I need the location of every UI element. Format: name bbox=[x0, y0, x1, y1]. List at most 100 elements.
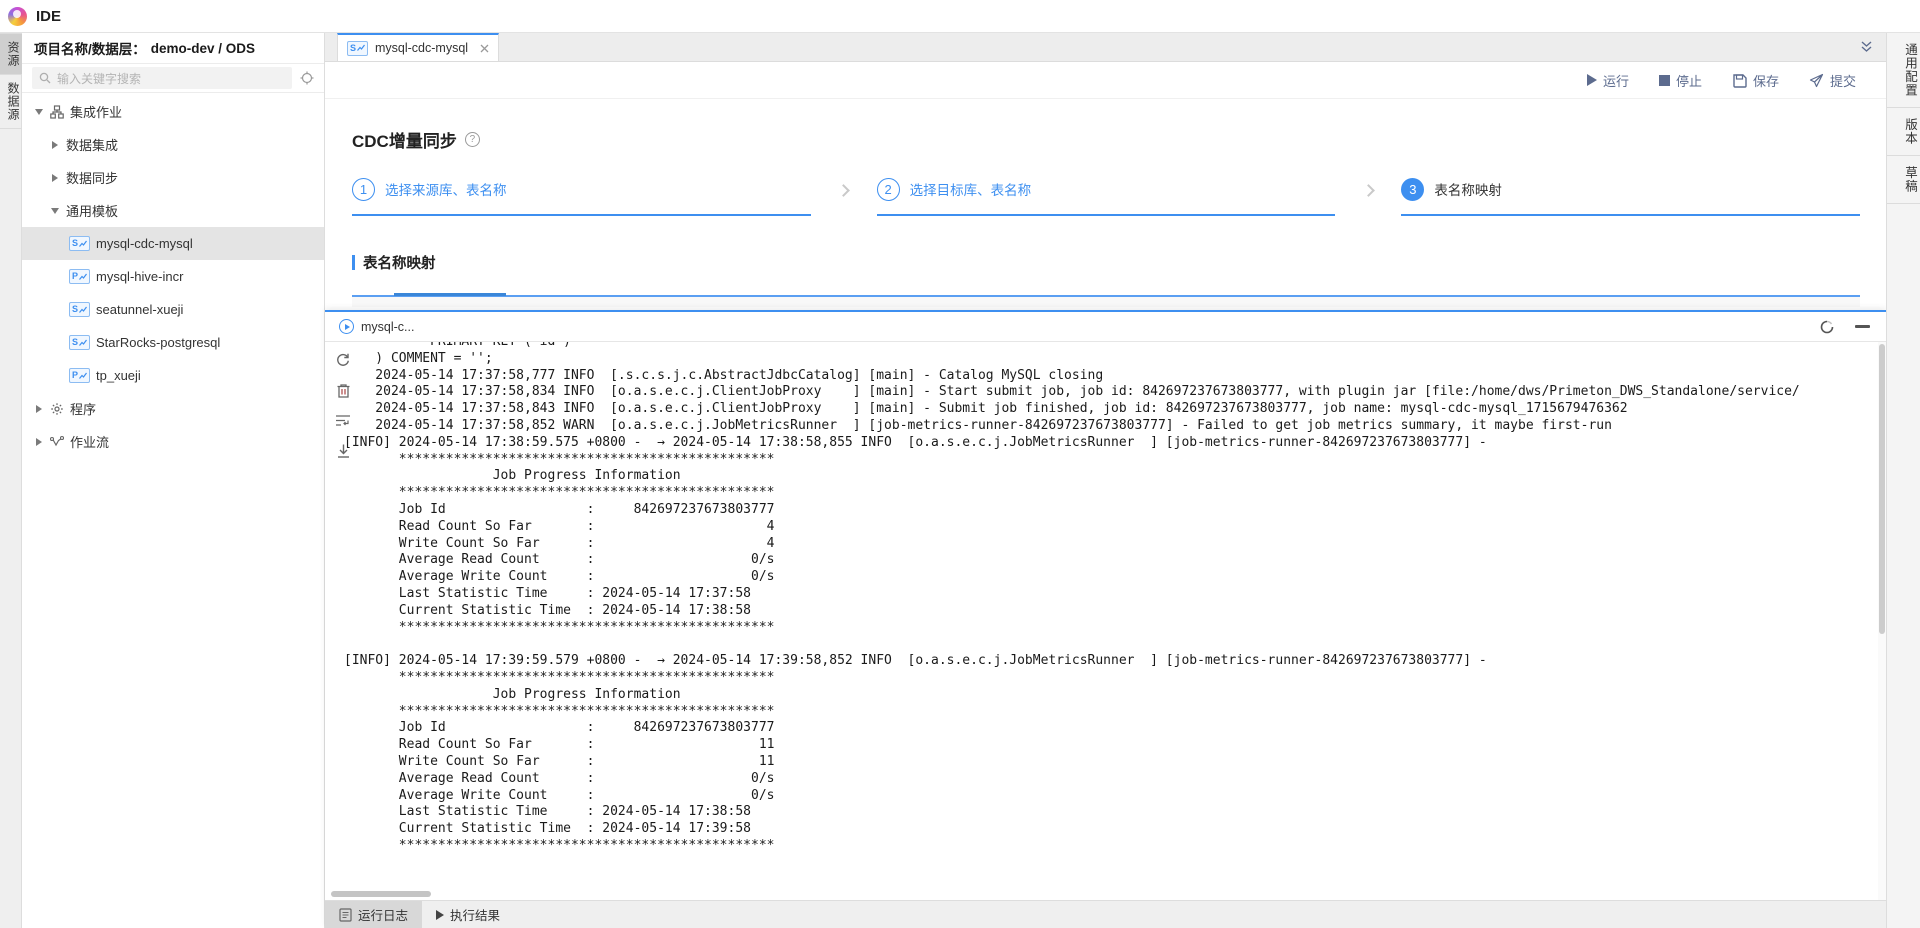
job-type-badge: S bbox=[69, 335, 90, 350]
log-panel-header: mysql-c... bbox=[325, 312, 1886, 342]
rail-tab-general-config[interactable]: 通用配置 bbox=[1887, 33, 1920, 108]
log-toolbar bbox=[325, 342, 361, 900]
download-icon[interactable] bbox=[336, 443, 351, 459]
left-rail: 资源 数据源 bbox=[0, 33, 22, 928]
tree-leaf-mysql-hive-incr[interactable]: P mysql-hive-incr bbox=[22, 260, 324, 293]
step-2-select-target[interactable]: 2 选择目标库、表名称 bbox=[877, 176, 1336, 216]
log-panel: mysql-c... PRIMARY KEY ( id ) ) COMMENT … bbox=[325, 310, 1886, 928]
run-icon bbox=[1587, 74, 1597, 86]
mini-chart-icon bbox=[357, 44, 365, 52]
tree-leaf-label: StarRocks-postgresql bbox=[96, 335, 220, 350]
project-value: demo-dev / ODS bbox=[151, 41, 255, 56]
paper-plane-icon bbox=[1809, 73, 1824, 88]
tab-exec-result[interactable]: 执行结果 bbox=[422, 901, 514, 928]
step-3-table-mapping[interactable]: 3 表名称映射 bbox=[1401, 176, 1860, 216]
reload-icon[interactable] bbox=[335, 352, 351, 368]
job-type-badge: S bbox=[69, 302, 90, 317]
collapse-arrow-icon[interactable] bbox=[34, 404, 44, 414]
log-tab-mysql-c[interactable]: mysql-c... bbox=[325, 312, 430, 341]
word-wrap-icon[interactable] bbox=[335, 414, 351, 428]
rail-tab-version[interactable]: 版本 bbox=[1887, 108, 1920, 156]
gear-icon bbox=[50, 402, 64, 416]
flow-icon bbox=[50, 435, 64, 449]
mapping-table-top bbox=[352, 295, 1860, 307]
save-icon bbox=[1732, 73, 1747, 88]
log-vertical-scrollbar[interactable] bbox=[1878, 342, 1886, 900]
mini-chart-icon bbox=[79, 240, 87, 248]
locate-icon[interactable] bbox=[300, 71, 314, 85]
play-circle-icon bbox=[339, 319, 354, 334]
step-number: 2 bbox=[877, 178, 900, 201]
editor-tabstrip: S mysql-cdc-mysql bbox=[325, 33, 1886, 62]
mini-chart-icon bbox=[79, 306, 87, 314]
page-title: CDC增量同步 bbox=[352, 127, 457, 152]
log-horizontal-scrollbar[interactable] bbox=[331, 891, 431, 897]
tree-node-data-sync[interactable]: 数据同步 bbox=[22, 161, 324, 194]
close-icon[interactable] bbox=[480, 44, 489, 53]
app-header: IDE bbox=[0, 0, 1920, 33]
tree-node-label: 数据集成 bbox=[66, 135, 118, 154]
log-bottom-tabs: 运行日志 执行结果 bbox=[325, 900, 1886, 928]
stop-button[interactable]: 停止 bbox=[1659, 71, 1702, 90]
mini-chart-icon bbox=[79, 339, 87, 347]
step-1-select-source[interactable]: 1 选择来源库、表名称 bbox=[352, 176, 811, 216]
collapse-arrow-icon[interactable] bbox=[34, 437, 44, 447]
tree-node-workflows[interactable]: 作业流 bbox=[22, 425, 324, 458]
tree-node-label: 数据同步 bbox=[66, 168, 118, 187]
app-title: IDE bbox=[36, 8, 61, 25]
tree-node-integration-jobs[interactable]: 集成作业 bbox=[22, 95, 324, 128]
submit-button[interactable]: 提交 bbox=[1809, 71, 1856, 90]
job-type-badge: P bbox=[69, 269, 90, 284]
editor-tab-mysql-cdc-mysql[interactable]: S mysql-cdc-mysql bbox=[337, 33, 499, 61]
rail-tab-datasources[interactable]: 数据源 bbox=[0, 75, 22, 129]
explorer-panel: 项目名称/数据层： demo-dev / ODS 输入关键字搜索 集成作业 数据… bbox=[22, 33, 325, 928]
mini-chart-icon bbox=[79, 273, 87, 281]
job-type-badge: S bbox=[69, 236, 90, 251]
search-input[interactable]: 输入关键字搜索 bbox=[32, 67, 292, 89]
log-output[interactable]: PRIMARY KEY ( id ) ) COMMENT = ''; 2024-… bbox=[344, 342, 1886, 855]
editor-content: CDC增量同步 ? 1 选择来源库、表名称 2 选择目标库、表名称 bbox=[325, 99, 1886, 307]
minimize-icon[interactable] bbox=[1855, 325, 1870, 328]
app-logo-icon bbox=[8, 7, 27, 26]
run-button[interactable]: 运行 bbox=[1587, 71, 1629, 90]
tree-node-data-integration[interactable]: 数据集成 bbox=[22, 128, 324, 161]
wizard-steps: 1 选择来源库、表名称 2 选择目标库、表名称 3 表名称映射 bbox=[352, 176, 1860, 216]
refresh-spinner-icon[interactable] bbox=[1819, 319, 1835, 335]
tree-leaf-label: tp_xueji bbox=[96, 368, 141, 383]
resource-tree: 集成作业 数据集成 数据同步 通用模板 S mysql-cdc-mysql P … bbox=[22, 93, 324, 458]
rail-tab-draft[interactable]: 草稿 bbox=[1887, 156, 1920, 204]
tree-leaf-starrocks-postgresql[interactable]: S StarRocks-postgresql bbox=[22, 326, 324, 359]
search-placeholder: 输入关键字搜索 bbox=[57, 70, 141, 87]
tree-node-label: 作业流 bbox=[70, 432, 109, 451]
expand-arrow-icon[interactable] bbox=[34, 107, 44, 117]
search-icon bbox=[39, 72, 51, 84]
tree-leaf-tp-xueji[interactable]: P tp_xueji bbox=[22, 359, 324, 392]
log-tab-label: mysql-c... bbox=[361, 320, 414, 334]
chevron-right-icon bbox=[837, 184, 850, 197]
collapse-arrow-icon[interactable] bbox=[50, 173, 60, 183]
help-icon[interactable]: ? bbox=[465, 132, 480, 147]
step-label: 表名称映射 bbox=[1434, 179, 1502, 199]
expand-arrow-icon[interactable] bbox=[50, 206, 60, 216]
job-type-badge: S bbox=[347, 41, 368, 56]
tree-node-common-templates[interactable]: 通用模板 bbox=[22, 194, 324, 227]
chevron-double-down-icon[interactable] bbox=[1859, 39, 1874, 54]
editor-tab-label: mysql-cdc-mysql bbox=[375, 41, 468, 55]
tree-node-programs[interactable]: 程序 bbox=[22, 392, 324, 425]
step-number: 3 bbox=[1401, 178, 1424, 201]
collapse-arrow-icon[interactable] bbox=[50, 140, 60, 150]
tree-leaf-seatunnel-xueji[interactable]: S seatunnel-xueji bbox=[22, 293, 324, 326]
save-button[interactable]: 保存 bbox=[1732, 71, 1779, 90]
tab-run-log[interactable]: 运行日志 bbox=[325, 901, 422, 928]
tree-leaf-mysql-cdc-mysql[interactable]: S mysql-cdc-mysql bbox=[22, 227, 324, 260]
rail-tab-resources[interactable]: 资源 bbox=[0, 33, 22, 75]
right-rail: 通用配置 版本 草稿 bbox=[1886, 33, 1920, 928]
section-marker bbox=[352, 255, 355, 270]
project-label: 项目名称/数据层： bbox=[34, 38, 146, 58]
trash-icon[interactable] bbox=[336, 383, 351, 399]
stop-icon bbox=[1659, 75, 1670, 86]
step-label: 选择目标库、表名称 bbox=[910, 179, 1032, 199]
job-type-badge: P bbox=[69, 368, 90, 383]
log-document-icon bbox=[339, 908, 352, 922]
tree-node-label: 集成作业 bbox=[70, 102, 122, 121]
